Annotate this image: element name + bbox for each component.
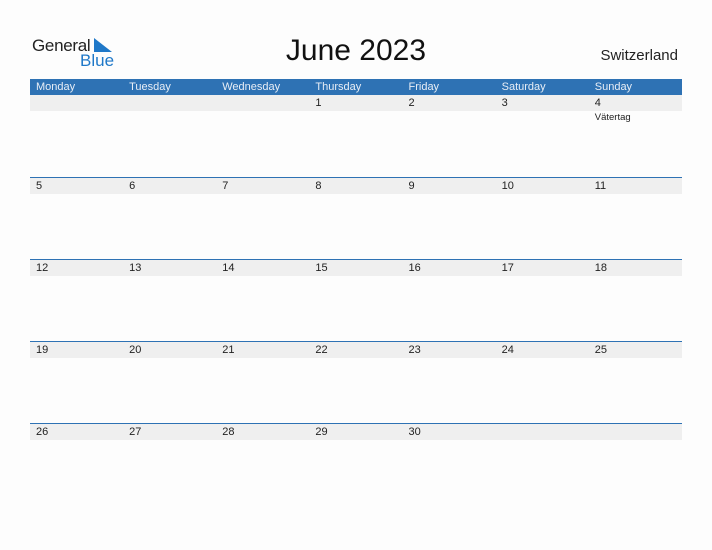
day-cell[interactable]: 26: [30, 424, 123, 440]
day-cell[interactable]: 11: [589, 178, 682, 194]
day-number: [36, 95, 123, 111]
weekday-friday: Friday: [408, 81, 440, 93]
week-row: 5 6 7 8 9 10 11: [30, 177, 682, 259]
weekday-sunday: Sunday: [594, 81, 633, 93]
day-cell[interactable]: 9: [403, 178, 496, 194]
day-cell: [589, 424, 682, 440]
day-cell: [123, 95, 216, 123]
day-number: 11: [594, 180, 607, 192]
day-number: 24: [501, 344, 514, 356]
day-cell: [30, 95, 123, 123]
day-cell[interactable]: 14: [216, 260, 309, 276]
weekday-tuesday: Tuesday: [129, 81, 171, 93]
day-number: 8: [315, 180, 322, 192]
day-cell[interactable]: 23: [403, 342, 496, 358]
day-number: 22: [315, 344, 328, 356]
day-cell[interactable]: 8: [309, 178, 402, 194]
day-number: 21: [222, 344, 235, 356]
day-number: 28: [222, 426, 235, 438]
day-number: 15: [315, 262, 328, 274]
weeks-container: 1 2 3 4 Vätertag 5 6 7 8 9 10 11 12 13 14 15 16 17 18 19 20 2…: [30, 95, 682, 505]
weekday-wednesday: Wednesday: [222, 81, 281, 93]
day-cell[interactable]: 13: [123, 260, 216, 276]
day-cell[interactable]: 22: [309, 342, 402, 358]
day-number: 29: [315, 426, 328, 438]
day-cell[interactable]: 7: [216, 178, 309, 194]
day-number: 25: [594, 344, 607, 356]
day-cell[interactable]: 16: [403, 260, 496, 276]
day-number: 2: [408, 97, 415, 109]
day-number: 6: [129, 180, 136, 192]
day-cell[interactable]: 20: [123, 342, 216, 358]
day-cell[interactable]: 15: [309, 260, 402, 276]
day-cell[interactable]: 25: [589, 342, 682, 358]
weekday-thursday: Thursday: [315, 81, 362, 93]
day-cell[interactable]: 10: [496, 178, 589, 194]
day-cell: [216, 95, 309, 123]
day-number: 16: [408, 262, 421, 274]
day-cell[interactable]: 6: [123, 178, 216, 194]
weekday-saturday: Saturday: [501, 81, 546, 93]
day-number: 3: [501, 97, 508, 109]
weekday-header: Monday Tuesday Wednesday Thursday Friday Satu…: [30, 79, 682, 95]
day-cell[interactable]: 29: [309, 424, 402, 440]
day-number: 27: [129, 426, 142, 438]
day-cell[interactable]: 12: [30, 260, 123, 276]
day-number: [129, 95, 216, 111]
day-cell[interactable]: 28: [216, 424, 309, 440]
day-number: 23: [408, 344, 421, 356]
day-cell[interactable]: 18: [589, 260, 682, 276]
holiday-label: Vätertag: [594, 112, 631, 123]
country-label: Switzerland: [600, 47, 678, 64]
week-row: 12 13 14 15 16 17 18: [30, 259, 682, 341]
day-number: 4: [594, 97, 601, 109]
day-cell[interactable]: 2: [403, 95, 496, 123]
day-cell[interactable]: 24: [496, 342, 589, 358]
day-cell[interactable]: 21: [216, 342, 309, 358]
day-cell: [496, 424, 589, 440]
day-cell[interactable]: 5: [30, 178, 123, 194]
day-number: 10: [501, 180, 514, 192]
day-number: 19: [36, 344, 49, 356]
day-number: 20: [129, 344, 142, 356]
day-number: 5: [36, 180, 43, 192]
day-number: 9: [408, 180, 415, 192]
day-cell[interactable]: 3: [496, 95, 589, 123]
day-number: 18: [594, 262, 607, 274]
day-number: 14: [222, 262, 235, 274]
day-cell[interactable]: 17: [496, 260, 589, 276]
day-cell[interactable]: 4 Vätertag: [589, 95, 682, 123]
day-number: 1: [315, 97, 322, 109]
week-row: 1 2 3 4 Vätertag: [30, 95, 682, 177]
day-number: 7: [222, 180, 229, 192]
day-cell[interactable]: 19: [30, 342, 123, 358]
week-row: 19 20 21 22 23 24 25: [30, 341, 682, 423]
day-number: 13: [129, 262, 142, 274]
day-number: 12: [36, 262, 49, 274]
weekday-monday: Monday: [36, 81, 76, 93]
day-number: [502, 424, 589, 440]
day-cell[interactable]: 27: [123, 424, 216, 440]
calendar-grid: Monday Tuesday Wednesday Thursday Friday Satu…: [30, 79, 682, 505]
day-cell[interactable]: 1: [309, 95, 402, 123]
day-number: [595, 424, 682, 440]
day-number: [222, 95, 309, 111]
day-cell[interactable]: 30: [403, 424, 496, 440]
day-number: 17: [501, 262, 514, 274]
week-row: 26 27 28 29 30: [30, 423, 682, 505]
day-number: 30: [408, 426, 421, 438]
day-number: 26: [36, 426, 49, 438]
